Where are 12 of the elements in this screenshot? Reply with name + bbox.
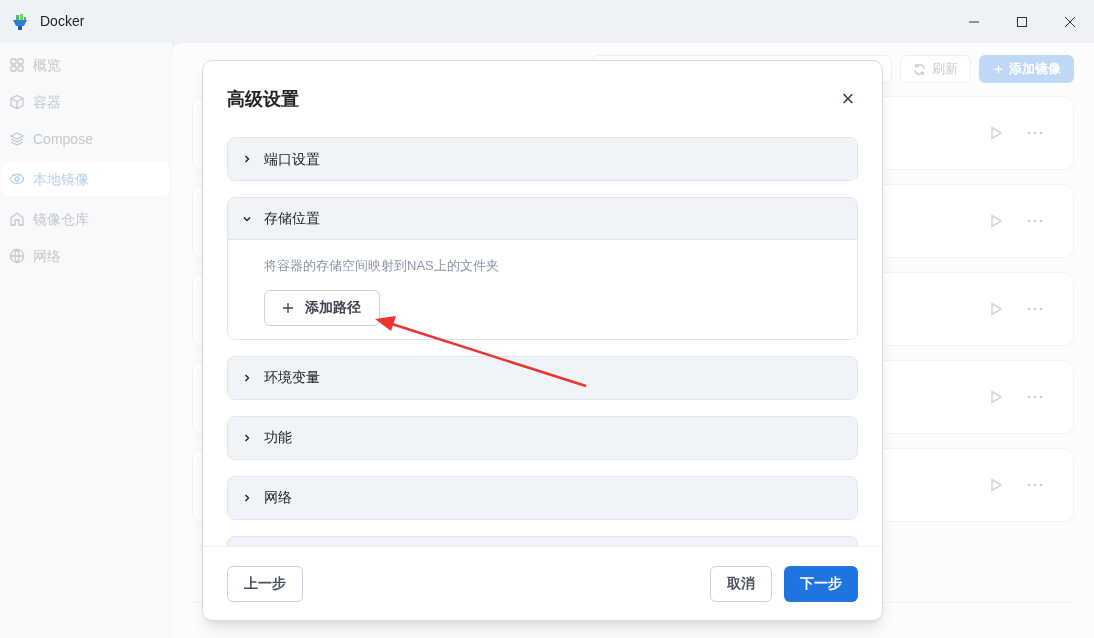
previous-step-button[interactable]: 上一步: [227, 565, 303, 602]
window-title: Docker: [40, 12, 85, 31]
add-path-button[interactable]: 添加路径: [264, 289, 380, 326]
section-header[interactable]: 环境变量: [228, 356, 857, 399]
next-step-button[interactable]: 下一步: [784, 565, 858, 602]
section-description: 将容器的存储空间映射到NAS上的文件夹: [264, 257, 499, 275]
section-header[interactable]: 端口设置: [228, 138, 857, 180]
section-header[interactable]: 存储位置: [228, 198, 857, 240]
section-header[interactable]: 网络: [228, 476, 857, 519]
dialog-title: 高级设置: [227, 87, 299, 111]
section-header[interactable]: 功能: [228, 416, 857, 459]
cancel-button[interactable]: 取消: [710, 565, 772, 602]
